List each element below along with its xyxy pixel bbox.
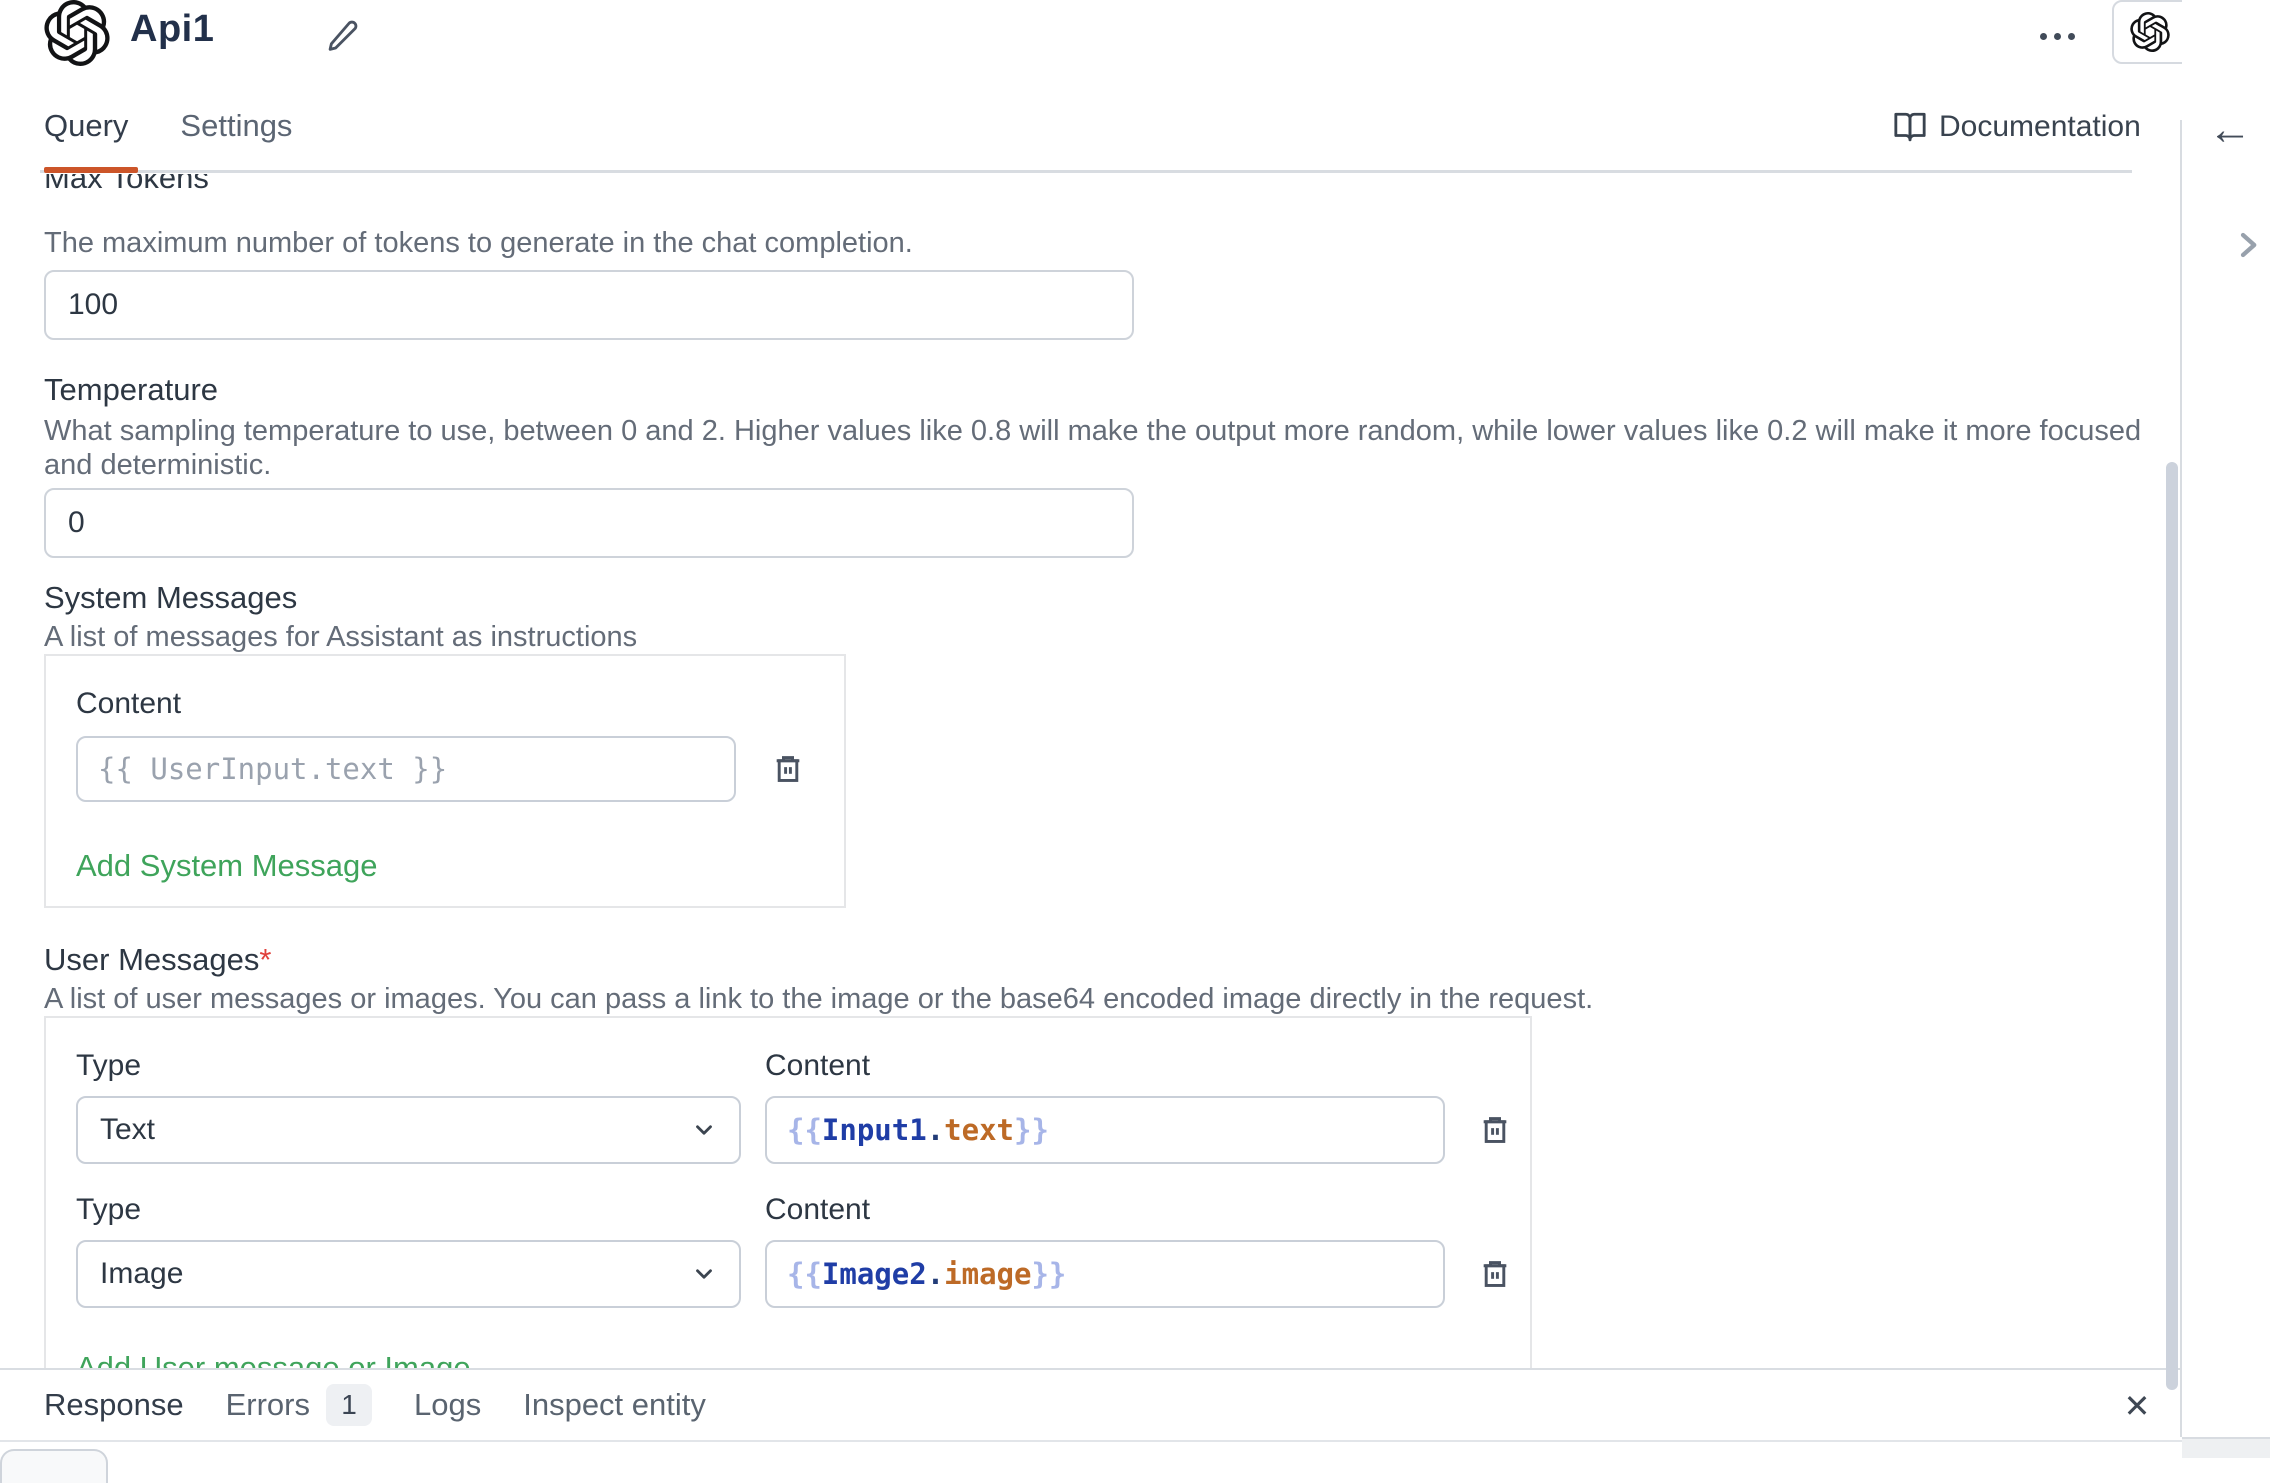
book-icon — [1893, 110, 1927, 144]
chevron-down-icon — [691, 1117, 717, 1143]
required-asterisk: * — [259, 940, 271, 980]
chevron-down-icon — [691, 1261, 717, 1287]
editor-tabs: Query Settings — [44, 108, 292, 144]
message-content-input[interactable]: {{Input1.text}} — [765, 1096, 1445, 1164]
add-system-message-button[interactable]: Add System Message — [76, 846, 378, 886]
panel-footer-area — [2182, 1439, 2270, 1458]
selected-type: Text — [100, 1113, 155, 1147]
user-messages-description: A list of user messages or images. You c… — [44, 982, 2142, 1016]
type-label: Type — [76, 1190, 741, 1230]
user-messages-box: Type Content Text {{Input1.text}} Type C… — [44, 1016, 1532, 1368]
more-menu-button[interactable] — [2028, 14, 2086, 58]
bottom-pane-tabs: Response Errors 1 Logs Inspect entity — [0, 1370, 2183, 1442]
tab-settings[interactable]: Settings — [180, 108, 292, 144]
system-content-label: Content — [76, 684, 814, 724]
tab-errors[interactable]: Errors 1 — [226, 1384, 372, 1426]
errors-count-badge: 1 — [326, 1384, 372, 1426]
temperature-label: Temperature — [44, 370, 2142, 410]
page-title: Api1 — [130, 8, 214, 51]
tab-inspect-entity[interactable]: Inspect entity — [523, 1387, 706, 1423]
delete-system-message-button[interactable] — [762, 743, 814, 795]
tabs-divider — [40, 170, 2132, 173]
add-user-message-button[interactable]: Add User message or Image — [76, 1348, 471, 1368]
tab-query[interactable]: Query — [44, 108, 128, 144]
system-content-input[interactable] — [76, 736, 736, 802]
user-messages-label: User Messages — [44, 940, 259, 980]
bottom-pane: Response Errors 1 Logs Inspect entity ✕ — [0, 1368, 2183, 1458]
content-label: Content — [765, 1046, 1445, 1086]
delete-user-message-button[interactable] — [1469, 1248, 1521, 1300]
system-messages-box: Content Add System Message — [44, 654, 846, 908]
chevron-right-icon[interactable] — [2228, 222, 2268, 270]
vertical-divider — [2180, 120, 2182, 1437]
back-arrow-icon[interactable]: ← — [2204, 104, 2256, 156]
more-dots-icon — [2040, 33, 2047, 40]
max-tokens-input[interactable] — [44, 270, 1134, 340]
max-tokens-description: The maximum number of tokens to generate… — [44, 226, 2142, 260]
system-messages-description: A list of messages for Assistant as inst… — [44, 620, 2142, 654]
delete-user-message-button[interactable] — [1469, 1104, 1521, 1156]
openai-logo-icon — [2130, 12, 2170, 52]
bottom-left-partial-control[interactable] — [0, 1449, 108, 1483]
active-tab-underline — [44, 167, 138, 173]
trash-icon — [1479, 1258, 1511, 1290]
pencil-icon — [325, 19, 359, 53]
query-form: Max Tokens The maximum number of tokens … — [0, 174, 2182, 1368]
scrollbar-thumb[interactable] — [2166, 462, 2178, 1390]
selected-type: Image — [100, 1257, 183, 1291]
content-label: Content — [765, 1190, 1445, 1230]
edit-name-button[interactable] — [316, 12, 368, 60]
documentation-label: Documentation — [1939, 110, 2141, 144]
trash-icon — [772, 753, 804, 785]
message-type-select[interactable]: Text — [76, 1096, 741, 1164]
type-label: Type — [76, 1046, 741, 1086]
right-side-panel: ← — [2182, 0, 2270, 1458]
tab-logs[interactable]: Logs — [414, 1387, 481, 1423]
max-tokens-label: Max Tokens — [44, 174, 2142, 198]
temperature-input[interactable] — [44, 488, 1134, 558]
message-content-input[interactable]: {{Image2.image}} — [765, 1240, 1445, 1308]
trash-icon — [1479, 1114, 1511, 1146]
close-icon[interactable]: ✕ — [2115, 1384, 2159, 1428]
documentation-link[interactable]: Documentation — [1893, 110, 2141, 144]
message-type-select[interactable]: Image — [76, 1240, 741, 1308]
tab-response[interactable]: Response — [44, 1387, 184, 1423]
temperature-description: What sampling temperature to use, betwee… — [44, 414, 2142, 482]
system-messages-label: System Messages — [44, 578, 2142, 618]
openai-logo-icon — [44, 0, 110, 66]
